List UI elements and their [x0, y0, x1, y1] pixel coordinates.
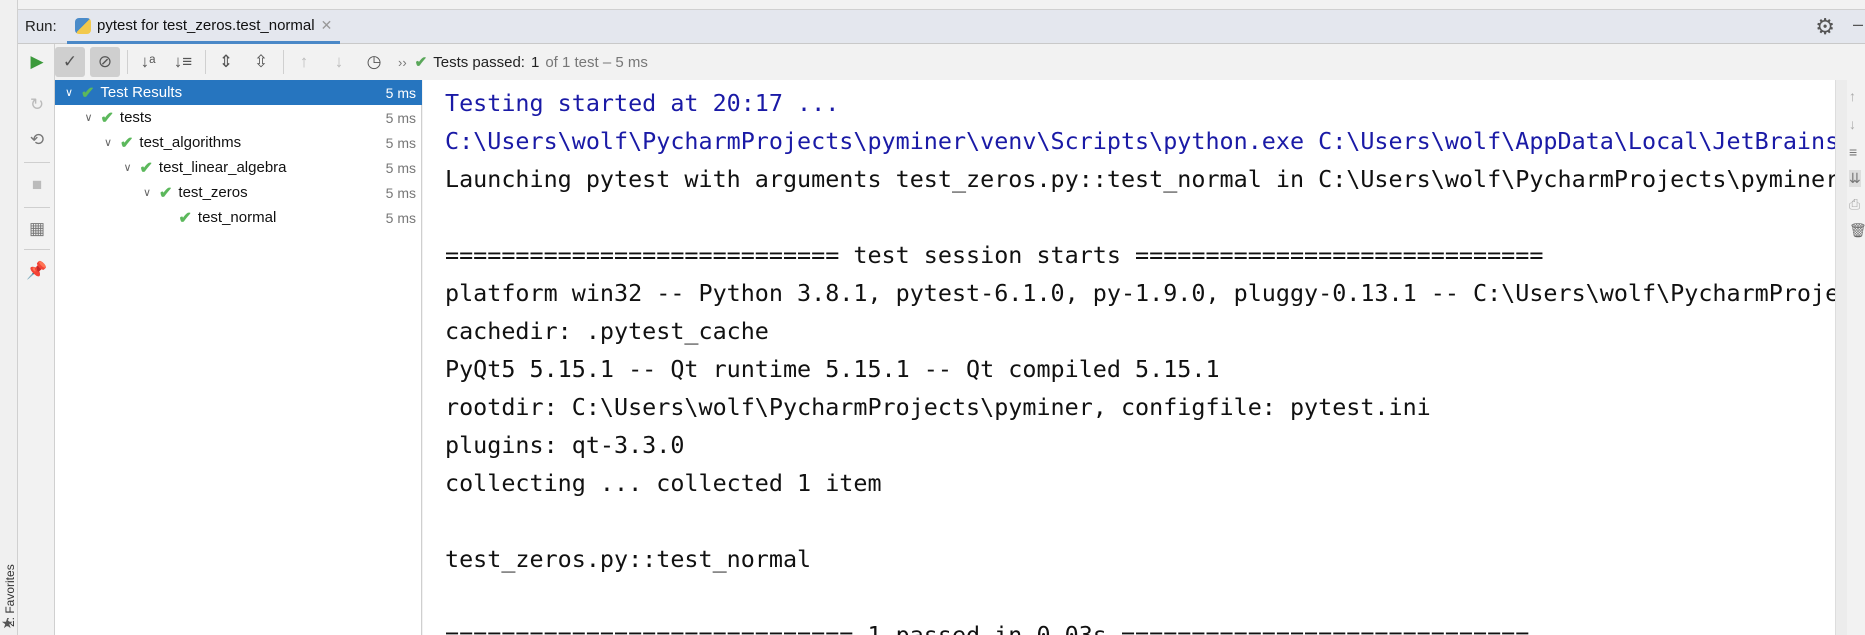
console-line: rootdir: C:\Users\wolf\PycharmProjects\p… [445, 393, 1431, 421]
passed-check-icon: ✔ [139, 159, 153, 177]
tree-node-duration: 5 ms [385, 109, 416, 126]
divider [127, 50, 128, 74]
tree-node[interactable]: ∨ ✔ test_linear_algebra 5 ms [55, 155, 422, 180]
tree-node-label: Test Results [100, 84, 183, 101]
tree-node-duration: 5 ms [385, 184, 416, 201]
divider [24, 162, 50, 163]
tab-title: pytest for test_zeros.test_normal [97, 17, 315, 34]
test-history-icon[interactable]: ◷ [359, 47, 389, 77]
tree-node[interactable]: ∨ ✔ test_zeros 5 ms [55, 180, 422, 205]
console-line: platform win32 -- Python 3.8.1, pytest-6… [445, 279, 1835, 307]
status-count: 1 [530, 53, 540, 71]
test-status: ✔ Tests passed: 1 of 1 test – 5 ms [414, 53, 648, 72]
passed-check-icon: ✔ [100, 109, 114, 127]
trash-icon[interactable]: 🗑 [1849, 222, 1865, 239]
layout-icon[interactable]: ▦ [24, 216, 50, 242]
tab-pytest-run[interactable]: pytest for test_zeros.test_normal ✕ [67, 10, 341, 44]
more-chevron-icon[interactable]: ›› [398, 55, 407, 70]
favorites-strip: 2: Favorites ★ [0, 0, 18, 635]
show-ignored-icon[interactable]: ⊘ [90, 47, 120, 77]
tree-node[interactable]: ∨ ✔ test_algorithms 5 ms [55, 130, 422, 155]
expand-chevron-icon[interactable]: ∨ [139, 186, 155, 199]
console-line: cachedir: .pytest_cache [445, 317, 769, 345]
console-line: ============================= 1 passed i… [445, 621, 1530, 635]
expand-all-icon[interactable]: ⇕ [211, 47, 241, 77]
scroll-down-icon[interactable]: ↓ [1849, 116, 1856, 132]
console-scrollbar[interactable] [1835, 80, 1847, 635]
divider [24, 249, 50, 250]
console-line: plugins: qt-3.3.0 [445, 431, 685, 459]
soft-wrap-icon[interactable]: ≡ [1849, 144, 1857, 160]
console-line: Launching pytest with arguments test_zer… [445, 165, 1835, 193]
close-icon[interactable]: ✕ [321, 17, 333, 34]
gear-icon[interactable]: ⚙ [1815, 14, 1835, 40]
collapse-all-icon[interactable]: ⇳ [246, 47, 276, 77]
next-failed-icon[interactable]: ↓ [324, 47, 354, 77]
tree-node-duration: 5 ms [385, 134, 416, 151]
run-side-toolbar: ▶ ↻ ⟲ ■ ▦ 📌 [18, 44, 55, 635]
toggle-autotest-icon[interactable]: ⟲ [24, 127, 50, 153]
run-tab-bar: Run: pytest for test_zeros.test_normal ✕… [18, 10, 1865, 44]
print-icon[interactable]: ⎙ [1849, 196, 1860, 213]
tree-node-duration: 5 ms [385, 159, 416, 176]
expand-chevron-icon[interactable]: ∨ [61, 86, 77, 99]
test-results-tree: ∨ ✔ Test Results 5 ms ∨ ✔ tests 5 ms ∨ ✔ test_algo… [55, 80, 422, 635]
star-icon: ★ [1, 615, 14, 631]
passed-check-icon: ✔ [178, 209, 192, 227]
console-line: Testing started at 20:17 ... [445, 89, 840, 117]
stop-icon[interactable]: ■ [24, 172, 50, 198]
tree-node-label: tests [119, 109, 152, 126]
previous-failed-icon[interactable]: ↑ [289, 47, 319, 77]
pin-icon[interactable]: 📌 [24, 258, 50, 284]
status-rest: of 1 test – 5 ms [545, 53, 648, 71]
test-toolbar: ✓ ⊘ ↓ᵃ ↓≡ ⇕ ⇳ ↑ ↓ ◷ ›› ✔ Tests passed: 1… [55, 44, 1865, 80]
scroll-to-end-icon[interactable]: ⇊ [1849, 170, 1861, 187]
console-line: PyQt5 5.15.1 -- Qt runtime 5.15.1 -- Qt … [445, 355, 1220, 383]
scroll-up-icon[interactable]: ↑ [1849, 88, 1856, 104]
rerun-icon[interactable]: ▶ [24, 49, 50, 75]
divider [24, 207, 50, 208]
python-icon [75, 17, 91, 34]
tree-node[interactable]: ∨ ✔ tests 5 ms [55, 105, 422, 130]
tree-node-label: test_linear_algebra [158, 159, 287, 176]
console-line: collecting ... collected 1 item [445, 469, 882, 497]
passed-check-icon: ✔ [159, 184, 173, 202]
rerun-failed-icon[interactable]: ↻ [24, 92, 50, 118]
tree-node[interactable]: ✔ test_normal 5 ms [55, 205, 422, 230]
favorites-tool-button[interactable]: 2: Favorites ★ [0, 540, 18, 635]
tree-node-duration: 5 ms [385, 209, 416, 226]
minimize-icon[interactable]: – [1853, 14, 1863, 35]
console-line: test_zeros.py::test_normal [445, 545, 812, 573]
run-label: Run: [25, 18, 57, 35]
sort-by-duration-icon[interactable]: ↓≡ [168, 47, 198, 77]
expand-chevron-icon[interactable]: ∨ [100, 136, 116, 149]
console-side-toolbar: ↑ ↓ ≡ ⇊ ⎙ 🗑 [1847, 80, 1865, 635]
passed-check-icon: ✔ [120, 134, 134, 152]
tree-node-label: test_algorithms [139, 134, 242, 151]
divider [283, 50, 284, 74]
tree-node-duration: 5 ms [385, 84, 416, 101]
console-line: ============================ test sessio… [445, 241, 1544, 269]
show-passed-icon[interactable]: ✓ [55, 47, 85, 77]
expand-chevron-icon[interactable]: ∨ [81, 111, 97, 124]
check-icon: ✔ [414, 54, 428, 71]
tree-node-label: test_normal [197, 209, 277, 226]
tree-node-label: test_zeros [178, 184, 248, 201]
window-top-strip [0, 0, 1865, 10]
sort-alphabetically-icon[interactable]: ↓ᵃ [133, 47, 163, 77]
divider [205, 50, 206, 74]
passed-check-icon: ✔ [81, 84, 95, 102]
tree-node[interactable]: ∨ ✔ Test Results 5 ms [55, 80, 422, 105]
status-prefix: Tests passed: [433, 53, 525, 71]
expand-chevron-icon[interactable]: ∨ [120, 161, 136, 174]
console-output[interactable]: Testing started at 20:17 ... C:\Users\wol… [423, 80, 1835, 635]
console-line: C:\Users\wolf\PycharmProjects\pyminer\ve… [445, 127, 1835, 155]
